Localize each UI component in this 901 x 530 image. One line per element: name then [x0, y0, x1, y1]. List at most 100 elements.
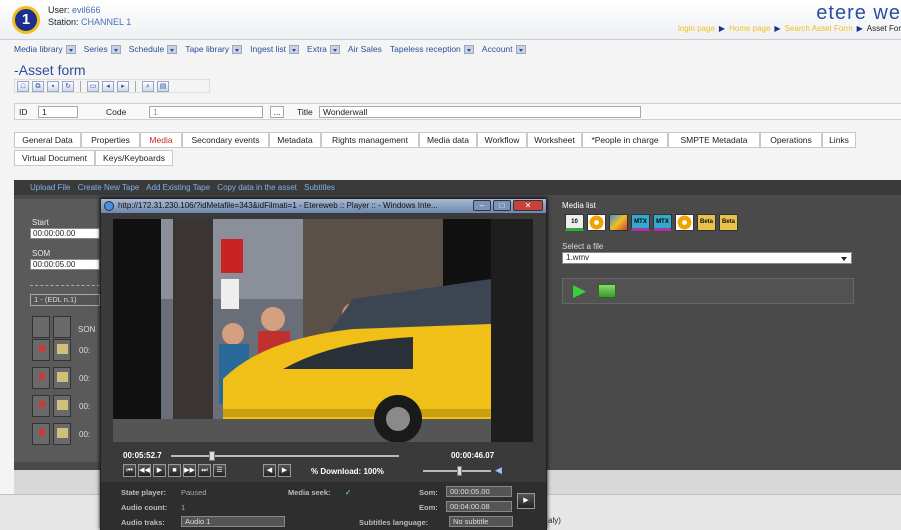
beta-tape-icon[interactable]: Beta — [719, 214, 738, 231]
previous-icon[interactable]: ◂ — [102, 80, 114, 92]
dropdown-arrow-icon[interactable] — [167, 44, 178, 54]
mtx-icon[interactable]: MTX — [631, 214, 650, 231]
menu-media-library[interactable]: Media library — [14, 44, 76, 54]
dropdown-arrow-icon[interactable] — [110, 44, 121, 54]
tab-rights-management[interactable]: Rights management — [321, 132, 419, 148]
title-field[interactable]: Wonderwall — [319, 106, 641, 118]
play-icon[interactable]: ▶ — [573, 281, 586, 301]
menu-label: Media library — [14, 44, 63, 54]
dvd-icon[interactable] — [587, 214, 606, 231]
subtitles-select[interactable]: No subtitle — [449, 516, 513, 527]
speaker-icon[interactable]: ◀ — [495, 465, 502, 476]
frame-back-icon[interactable]: ◀ — [263, 464, 276, 477]
start-field[interactable]: 00:00:00.00 — [30, 228, 100, 239]
dropdown-arrow-icon[interactable] — [515, 44, 526, 54]
next-icon[interactable]: ▸ — [117, 80, 129, 92]
menu-ingest-list[interactable]: Ingest list — [250, 44, 300, 54]
delete-icon[interactable]: ✖ — [38, 401, 46, 411]
menu-series[interactable]: Series — [84, 44, 121, 54]
code-field[interactable]: 1 — [149, 106, 263, 118]
tab-metadata[interactable]: Metadata — [269, 132, 321, 148]
add-existing-tape-link[interactable]: Add Existing Tape — [146, 183, 210, 192]
code-lookup-button[interactable]: ... — [270, 106, 284, 118]
dropdown-arrow-icon[interactable] — [329, 44, 340, 54]
delete-icon[interactable]: ✖ — [38, 373, 46, 383]
folder-icon[interactable]: ▭ — [87, 80, 99, 92]
audio-tracks-select[interactable]: Audio 1 — [181, 516, 285, 527]
tab-general-data[interactable]: General Data — [14, 132, 81, 148]
tab-smpte-metadata[interactable]: SMPTE Metadata — [668, 132, 760, 148]
frame-forward-icon[interactable]: ▶ — [278, 464, 291, 477]
format-10-icon[interactable]: 10 — [565, 214, 584, 231]
tab-media[interactable]: Media — [140, 132, 182, 148]
copy-icon[interactable]: ⧉ — [32, 80, 44, 92]
search-asset-form-link[interactable]: Search Asset Form — [785, 24, 853, 33]
dropdown-arrow-icon[interactable] — [65, 44, 76, 54]
volume-handle[interactable] — [457, 466, 463, 476]
skip-end-icon[interactable]: ⏭ — [198, 464, 211, 477]
login-page-link[interactable]: login page — [678, 24, 715, 33]
save-icon[interactable]: ▪ — [47, 80, 59, 92]
rewind-icon[interactable]: ◀◀ — [138, 464, 151, 477]
home-page-link[interactable]: Home page — [729, 24, 770, 33]
maximize-button[interactable]: □ — [493, 200, 511, 211]
seek-slider[interactable] — [171, 455, 399, 457]
print-icon[interactable]: ▤ — [157, 80, 169, 92]
seek-handle[interactable] — [209, 451, 216, 461]
media-seek-label: Media seek: — [288, 488, 331, 497]
beta-tape-icon[interactable]: Beta — [697, 214, 716, 231]
mtx-icon[interactable]: MTX — [653, 214, 672, 231]
search-icon[interactable]: ⌕ — [142, 80, 154, 92]
tab-keys-keyboards[interactable]: Keys/Keyboards — [95, 150, 173, 166]
upload-file-link[interactable]: Upload File — [30, 183, 70, 192]
film-icon[interactable] — [57, 372, 68, 382]
delete-icon[interactable]: ✖ — [38, 345, 46, 355]
create-new-tape-link[interactable]: Create New Tape — [78, 183, 140, 192]
new-icon[interactable]: □ — [17, 80, 29, 92]
tab-media-data[interactable]: Media data — [419, 132, 477, 148]
tab-operations[interactable]: Operations — [760, 132, 822, 148]
playlist-icon[interactable]: ☰ — [213, 464, 226, 477]
film-icon[interactable] — [57, 344, 68, 354]
tab-secondary-events[interactable]: Secondary events — [182, 132, 269, 148]
minimize-button[interactable]: – — [473, 200, 491, 211]
delete-icon[interactable]: ✖ — [38, 429, 46, 439]
film-icon[interactable] — [57, 428, 68, 438]
menu-tapeless-reception[interactable]: Tapeless reception — [390, 44, 474, 54]
som-field[interactable]: 00:00:05.00 — [446, 486, 512, 497]
apply-marks-button[interactable]: ▶ — [517, 493, 535, 509]
film-icon[interactable] — [57, 400, 68, 410]
eom-field[interactable]: 00:04:00.08 — [446, 501, 512, 512]
refresh-icon[interactable]: ↻ — [62, 80, 74, 92]
menu-account[interactable]: Account — [482, 44, 526, 54]
som-field[interactable]: 00:00:05.00 — [30, 259, 100, 270]
video-frame[interactable] — [113, 219, 491, 442]
dvd-icon[interactable] — [675, 214, 694, 231]
copy-data-link[interactable]: Copy data in the asset — [217, 183, 297, 192]
tab-people-in-charge[interactable]: *People in charge — [582, 132, 668, 148]
menu-schedule[interactable]: Schedule — [129, 44, 178, 54]
dropdown-arrow-icon[interactable] — [289, 44, 300, 54]
id-field[interactable]: 1 — [38, 106, 78, 118]
stop-icon[interactable]: ■ — [168, 464, 181, 477]
edl-selector[interactable]: 1 - (EDL n.1) — [30, 294, 100, 306]
menu-extra[interactable]: Extra — [307, 44, 340, 54]
play-icon[interactable]: ▶ — [153, 464, 166, 477]
subtitles-link[interactable]: Subtitles — [304, 183, 335, 192]
add-media-icon[interactable] — [598, 284, 616, 298]
tab-workflow[interactable]: Workflow — [477, 132, 527, 148]
menu-air-sales[interactable]: Air Sales — [348, 44, 382, 54]
dropdown-arrow-icon[interactable] — [232, 44, 243, 54]
tab-virtual-document[interactable]: Virtual Document — [14, 150, 95, 166]
tab-links[interactable]: Links — [822, 132, 856, 148]
skip-start-icon[interactable]: ⏮ — [123, 464, 136, 477]
tab-worksheet[interactable]: Worksheet — [527, 132, 582, 148]
menu-tape-library[interactable]: Tape library — [185, 44, 243, 54]
close-button[interactable]: ✕ — [513, 200, 543, 211]
asset-id-row: ID 1 Code 1 ... Title Wonderwall — [14, 103, 901, 120]
tab-properties[interactable]: Properties — [81, 132, 140, 148]
forward-icon[interactable]: ▶▶ — [183, 464, 196, 477]
file-select[interactable]: 1.wmv — [562, 252, 852, 264]
dropdown-arrow-icon[interactable] — [463, 44, 474, 54]
image-icon[interactable] — [609, 214, 628, 231]
